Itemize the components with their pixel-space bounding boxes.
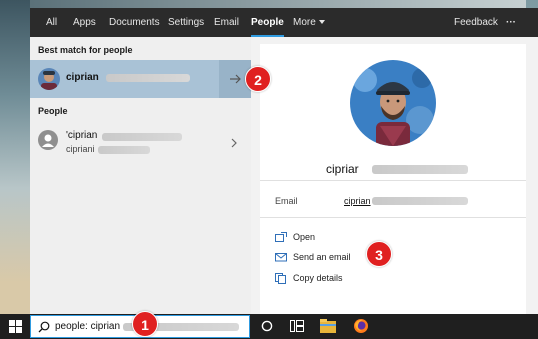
- tab-settings[interactable]: Settings: [168, 8, 204, 37]
- divider: [260, 180, 526, 181]
- cortana-icon[interactable]: [261, 320, 273, 332]
- contact-name: cipriar: [326, 162, 359, 176]
- tab-apps[interactable]: Apps: [73, 8, 96, 37]
- contact-photo: [350, 60, 436, 146]
- tab-more[interactable]: More: [293, 8, 325, 37]
- search-query: people: ciprian: [55, 321, 121, 332]
- tab-people[interactable]: People: [251, 8, 284, 37]
- email-link[interactable]: ciprian: [344, 196, 371, 206]
- search-icon: [38, 321, 50, 333]
- redacted-text: [102, 133, 182, 141]
- chevron-right-icon: [231, 138, 237, 148]
- redacted-text: [372, 197, 468, 205]
- mail-icon: [275, 253, 287, 262]
- callout-1: 1: [132, 311, 158, 337]
- person-name: 'ciprian: [66, 130, 98, 141]
- tab-documents[interactable]: Documents: [109, 8, 160, 37]
- send-email-label: Send an email: [293, 252, 351, 262]
- firefox-icon[interactable]: [353, 318, 369, 334]
- chevron-down-icon: [318, 20, 325, 25]
- windows-icon[interactable]: [9, 320, 22, 333]
- task-view-icon[interactable]: [290, 320, 304, 332]
- divider: [260, 217, 526, 218]
- tab-more-label: More: [293, 17, 316, 28]
- people-heading: People: [38, 106, 68, 116]
- search-window: All Apps Documents Settings Email People…: [30, 8, 538, 314]
- tab-all[interactable]: All: [46, 8, 57, 37]
- open-label: Open: [293, 232, 316, 242]
- best-match-name: ciprian: [66, 72, 99, 83]
- copy-icon: [275, 273, 286, 284]
- results-pane: Best match for people ciprian People 'ci…: [30, 37, 251, 314]
- more-options-button[interactable]: ···: [506, 8, 516, 37]
- callout-2: 2: [245, 66, 271, 92]
- callout-3: 3: [366, 241, 392, 267]
- details-pane: cipriar Email ciprian Open Send an email: [260, 44, 526, 314]
- copy-details-action[interactable]: Copy details: [275, 271, 395, 285]
- tab-email[interactable]: Email: [214, 8, 239, 37]
- open-icon: [275, 232, 287, 242]
- file-explorer-icon[interactable]: [320, 319, 336, 333]
- person-icon: [38, 130, 58, 150]
- best-match-heading: Best match for people: [38, 45, 133, 55]
- best-match-result[interactable]: ciprian: [30, 60, 251, 98]
- person-subtitle: cipriani: [66, 144, 95, 154]
- redacted-text: [372, 165, 468, 174]
- copy-details-label: Copy details: [293, 273, 343, 283]
- search-tab-bar: All Apps Documents Settings Email People…: [30, 8, 538, 37]
- email-label: Email: [275, 196, 298, 206]
- desktop-left-strip: [0, 0, 30, 314]
- redacted-text: [98, 146, 150, 154]
- taskbar: people: ciprian: [0, 314, 538, 339]
- avatar: [38, 68, 60, 90]
- redacted-text: [106, 74, 190, 82]
- feedback-button[interactable]: Feedback: [454, 8, 498, 37]
